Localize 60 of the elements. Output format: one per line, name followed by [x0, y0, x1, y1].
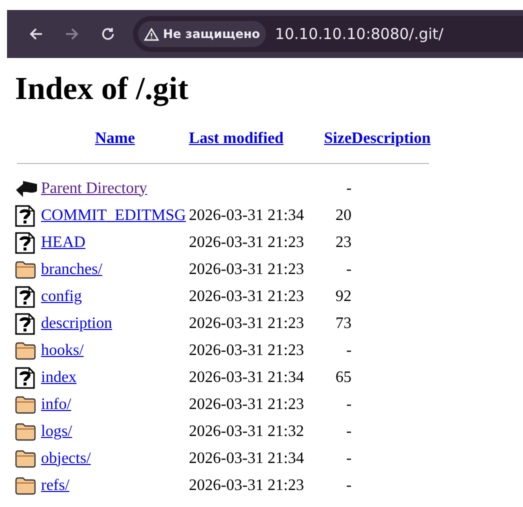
forward-icon[interactable] — [65, 27, 79, 41]
unknown-file-icon — [15, 232, 35, 254]
file-link[interactable]: Parent Directory — [41, 180, 148, 196]
folder-icon — [15, 476, 36, 495]
modified-date: 2026-03-31 21:23 — [188, 260, 304, 278]
unknown-file-icon — [15, 366, 35, 388]
file-size: 73 — [336, 314, 352, 332]
file-size: - — [346, 450, 352, 466]
modified-date: 2026-03-31 21:23 — [188, 342, 304, 358]
folder-icon — [15, 395, 36, 414]
file-size: 65 — [336, 368, 352, 386]
file-link[interactable]: branches/ — [41, 260, 102, 278]
file-size: 92 — [336, 288, 352, 304]
modified-date: 2026-03-31 21:34 — [188, 206, 304, 224]
file-size: 20 — [336, 206, 352, 224]
file-link[interactable]: logs/ — [41, 422, 72, 440]
security-chip[interactable]: Не защищено — [138, 21, 266, 47]
file-size: 23 — [336, 234, 352, 250]
folder-icon — [15, 449, 36, 468]
modified-date: 2026-03-31 21:32 — [188, 422, 304, 440]
file-link[interactable]: HEAD — [41, 234, 86, 250]
column-header-link[interactable]: Description — [352, 130, 431, 146]
column-header-link[interactable]: Last modified — [188, 130, 284, 146]
modified-date: 2026-03-31 21:23 — [188, 234, 304, 250]
reload-icon[interactable] — [101, 27, 115, 41]
file-size: - — [346, 180, 352, 196]
folder-icon — [15, 341, 36, 360]
file-size: - — [346, 476, 352, 494]
column-header-link[interactable]: Name — [94, 130, 135, 146]
file-size: - — [346, 342, 352, 358]
url-text: 10.10.10.10:8080/.git/ — [275, 24, 444, 45]
modified-date: 2026-03-31 21:23 — [188, 314, 304, 332]
address-bar[interactable]: Не защищено 10.10.10.10:8080/.git/ — [133, 16, 523, 52]
file-link[interactable]: config — [41, 288, 82, 304]
file-size: - — [346, 422, 352, 440]
page-heading: Index of /.git — [15, 72, 190, 104]
unknown-file-icon — [15, 204, 35, 226]
modified-date: 2026-03-31 21:34 — [188, 368, 304, 386]
file-link[interactable]: info/ — [41, 396, 72, 412]
back-icon[interactable] — [29, 27, 43, 41]
file-size: - — [346, 260, 352, 278]
file-size: - — [346, 396, 352, 412]
modified-date: 2026-03-31 21:23 — [188, 476, 304, 494]
file-link[interactable]: description — [41, 314, 112, 332]
file-link[interactable]: COMMIT_EDITMSG — [41, 206, 186, 224]
security-label: Не защищено — [163, 26, 260, 43]
folder-icon — [15, 422, 36, 441]
warning-icon — [144, 28, 159, 40]
file-link[interactable]: index — [41, 368, 77, 386]
modified-date: 2026-03-31 21:23 — [188, 288, 304, 304]
unknown-file-icon — [15, 286, 35, 308]
modified-date: 2026-03-31 21:23 — [188, 396, 304, 412]
folder-icon — [15, 260, 36, 279]
back-arrow-icon — [15, 180, 37, 198]
modified-date: 2026-03-31 21:34 — [188, 450, 304, 466]
column-header-link[interactable]: Size — [324, 130, 352, 146]
file-link[interactable]: hooks/ — [41, 342, 84, 358]
unknown-file-icon — [15, 312, 35, 334]
file-link[interactable]: refs/ — [41, 476, 70, 494]
file-link[interactable]: objects/ — [41, 450, 91, 466]
